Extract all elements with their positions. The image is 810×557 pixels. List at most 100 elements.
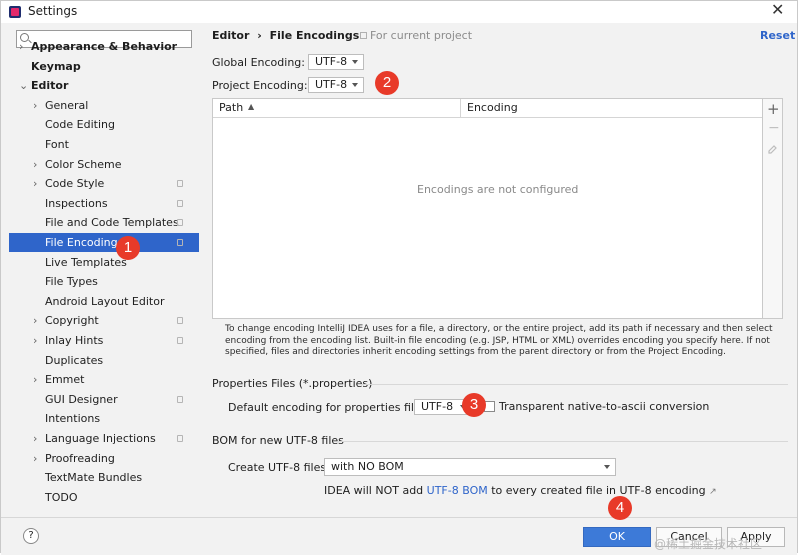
chevron-right-icon[interactable]: ›: [33, 155, 37, 174]
annotation-badge-3: 3: [462, 393, 486, 417]
reset-link[interactable]: Reset: [760, 29, 795, 42]
annotation-badge-1: 1: [116, 236, 140, 260]
breadcrumb-parent[interactable]: Editor: [212, 29, 249, 42]
sidebar-item[interactable]: › Emmet: [9, 370, 199, 389]
sidebar-item[interactable]: › Language Injections: [9, 429, 199, 448]
sidebar-item-label: Duplicates: [45, 353, 104, 367]
sidebar-item[interactable]: File Encodings: [9, 233, 199, 252]
encodings-table: Path ▲ Encoding Encodings are not config…: [212, 98, 763, 319]
sidebar-item[interactable]: File Types: [9, 272, 199, 291]
sidebar-item[interactable]: › Inlay Hints: [9, 331, 199, 350]
properties-section-title: Properties Files (*.properties): [212, 377, 373, 390]
bom-section-title: BOM for new UTF-8 files: [212, 434, 344, 447]
project-scope-icon: [177, 317, 183, 325]
sidebar-item-label: Android Layout Editor: [45, 294, 165, 308]
sidebar-item[interactable]: › Proofreading: [9, 449, 199, 468]
global-encoding-label: Global Encoding:: [212, 56, 305, 69]
sidebar-item-label: Inspections: [45, 196, 108, 210]
project-scope-icon: [177, 435, 183, 442]
chevron-right-icon[interactable]: ›: [19, 37, 23, 56]
chevron-right-icon[interactable]: ›: [33, 331, 37, 350]
native-to-ascii-label[interactable]: Transparent native-to-ascii conversion: [499, 400, 709, 413]
project-scope-icon: [360, 32, 367, 39]
annotation-badge-2: 2: [375, 71, 399, 95]
file-encodings-panel: Editor › File Encodings For current proj…: [200, 23, 797, 517]
sidebar-item[interactable]: Duplicates: [9, 351, 199, 370]
chevron-right-icon[interactable]: ›: [33, 96, 37, 115]
sidebar-item-label: Appearance & Behavior: [31, 40, 178, 53]
sidebar-item-label: General: [45, 98, 89, 112]
sidebar-item-label: Copyright: [45, 314, 99, 328]
sidebar-item-label: Keymap: [31, 59, 81, 73]
column-divider[interactable]: [460, 99, 461, 117]
table-toolbar: + −: [763, 98, 783, 319]
sidebar-item-label: Emmet: [45, 373, 85, 387]
annotation-badge-4: 4: [608, 496, 632, 520]
chevron-down-icon: [352, 83, 358, 87]
settings-window: Settings ✕ › Appearance & Behavior Keymap ⌄…: [0, 0, 798, 555]
chevron-right-icon[interactable]: ›: [33, 311, 37, 330]
bom-select-value: with NO BOM: [331, 460, 404, 473]
sidebar-item-label: Code Editing: [45, 118, 115, 132]
close-icon[interactable]: ✕: [771, 0, 784, 19]
sidebar-item[interactable]: TODO: [9, 488, 199, 507]
global-encoding-select[interactable]: UTF-8: [308, 54, 364, 70]
properties-encoding-label: Default encoding for properties files:: [228, 401, 431, 414]
window-title: Settings: [28, 4, 78, 18]
sidebar-item[interactable]: › General: [9, 96, 199, 115]
project-scope-icon: [177, 219, 183, 227]
sidebar-item-label: Font: [45, 138, 69, 151]
sidebar-item[interactable]: Inspections: [9, 194, 199, 213]
table-header: Path ▲ Encoding: [213, 99, 762, 118]
sidebar-item[interactable]: › Appearance & Behavior: [9, 37, 199, 56]
sidebar-item[interactable]: › Copyright: [9, 311, 199, 330]
settings-sidebar: › Appearance & Behavior Keymap ⌄ Editor › Gene…: [9, 23, 199, 517]
add-icon[interactable]: +: [767, 100, 780, 118]
sidebar-item-label: Intentions: [45, 412, 101, 426]
chevron-right-icon[interactable]: ›: [33, 174, 37, 193]
edit-pencil-icon[interactable]: [767, 144, 778, 155]
chevron-right-icon[interactable]: ›: [33, 429, 37, 448]
title-bar: Settings ✕: [1, 0, 797, 23]
project-encoding-label: Project Encoding:: [212, 79, 308, 92]
encoding-help-text: To change encoding IntelliJ IDEA uses fo…: [225, 324, 773, 358]
sidebar-item[interactable]: Font: [9, 135, 199, 154]
scope-note: For current project: [370, 29, 473, 42]
utf8-bom-link[interactable]: UTF-8 BOM: [427, 484, 488, 497]
bom-select[interactable]: with NO BOM: [324, 458, 616, 476]
project-scope-icon: [177, 199, 183, 207]
sidebar-item-label: GUI Designer: [45, 392, 118, 406]
sidebar-item[interactable]: Intentions: [9, 409, 199, 428]
sidebar-item[interactable]: › Color Scheme: [9, 155, 199, 174]
external-link-icon: ↗: [709, 487, 717, 497]
project-scope-icon: [177, 180, 183, 188]
sidebar-item[interactable]: Keymap: [9, 57, 199, 76]
chevron-right-icon[interactable]: ›: [33, 370, 37, 389]
project-encoding-select[interactable]: UTF-8: [308, 77, 364, 93]
column-header-encoding[interactable]: Encoding: [467, 101, 518, 114]
column-header-path[interactable]: Path: [219, 101, 243, 114]
sidebar-item[interactable]: File and Code Templates: [9, 213, 199, 232]
create-utf8-label: Create UTF-8 files:: [228, 461, 330, 474]
remove-icon[interactable]: −: [768, 120, 780, 136]
chevron-down-icon: [352, 60, 358, 64]
ok-button[interactable]: OK: [583, 527, 651, 547]
sidebar-item[interactable]: Android Layout Editor: [9, 292, 199, 311]
sidebar-item-label: TODO: [45, 490, 78, 504]
chevron-down-icon[interactable]: ⌄: [19, 76, 28, 95]
help-button[interactable]: ?: [23, 528, 39, 544]
sidebar-item-label: Live Templates: [45, 255, 127, 269]
app-logo-icon: [9, 6, 21, 18]
section-divider: [338, 441, 788, 442]
empty-table-text: Encodings are not configured: [417, 183, 579, 196]
sidebar-item[interactable]: Live Templates: [9, 253, 199, 272]
chevron-right-icon[interactable]: ›: [33, 449, 37, 468]
project-scope-icon: [177, 337, 183, 344]
bom-note: IDEA will NOT add UTF-8 BOM to every cre…: [324, 484, 717, 497]
sidebar-item-label: TextMate Bundles: [45, 471, 143, 485]
sidebar-item[interactable]: ⌄ Editor: [9, 76, 199, 95]
sidebar-item[interactable]: GUI Designer: [9, 390, 199, 409]
sidebar-item[interactable]: TextMate Bundles: [9, 468, 199, 487]
sidebar-item[interactable]: Code Editing: [9, 115, 199, 134]
sidebar-item[interactable]: › Code Style: [9, 174, 199, 193]
